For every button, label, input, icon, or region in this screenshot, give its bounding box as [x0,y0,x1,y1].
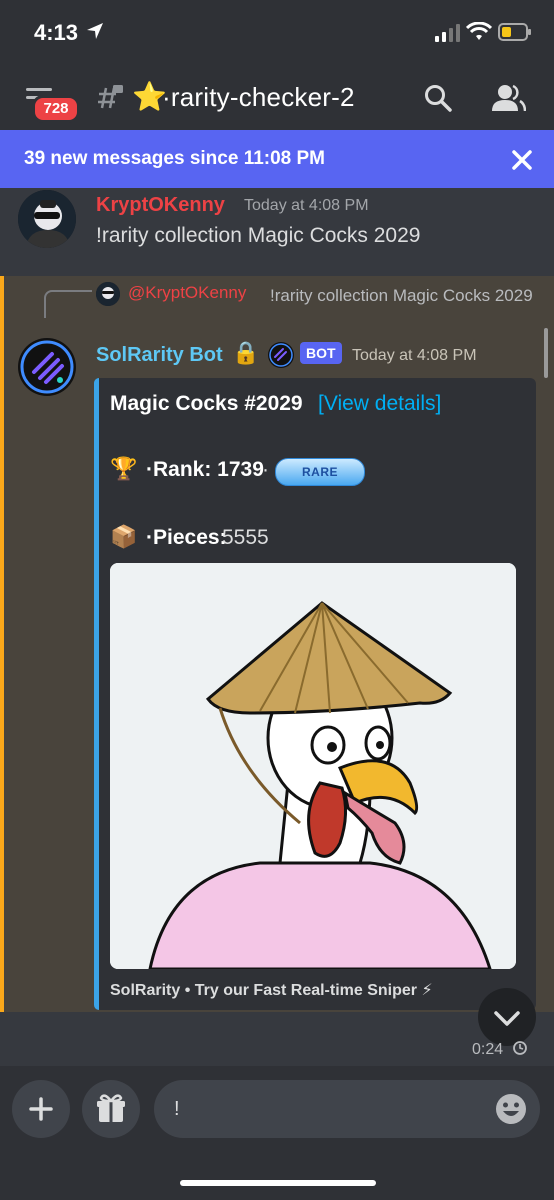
trophy-icon: 🏆 [110,456,138,481]
bot-tag: BOT [300,342,342,364]
view-details-link[interactable]: [View details] [318,392,441,416]
bot-mini-avatar-icon [268,342,294,368]
video-duration: 0:24 [472,1040,528,1059]
cellular-signal-icon [435,24,460,42]
message-author[interactable]: SolRarity Bot [96,344,223,367]
timer-icon [512,1041,527,1055]
bear-avatar-icon [96,282,120,306]
gift-icon [97,1094,125,1122]
message-input-text[interactable]: ! [174,1098,180,1121]
wifi-icon [466,22,492,40]
scrollbar[interactable] [544,328,548,378]
reply-avatar [96,282,120,306]
jump-to-bottom-button[interactable] [478,988,536,1046]
message-content: !rarity collection Magic Cocks 2029 [96,224,421,247]
channel-name: ·rarity-checker-2 [162,82,355,112]
message-timestamp: Today at 4:08 PM [244,197,369,214]
message-input[interactable] [154,1080,540,1138]
members-icon[interactable] [492,84,526,112]
reply-author[interactable]: @KryptOKenny [128,283,246,303]
new-messages-text: 39 new messages since 11:08 PM [24,148,326,169]
duration-text: 0:24 [472,1041,504,1058]
embed-accent-bar [94,378,99,1010]
rank-label: ·Rank: 1739 [146,458,264,481]
chevron-down-icon [494,1011,520,1026]
home-indicator [180,1180,376,1186]
unread-badge: 728 [32,95,80,123]
embed-title: Magic Cocks #2029 [110,392,303,415]
status-time: 4:13 [34,20,79,45]
solrarity-bot-avatar[interactable] [18,338,76,396]
close-icon[interactable] [512,150,532,170]
locked-channel-hash-icon [98,85,123,109]
lock-icon: 🔒 [232,340,260,365]
emoji-picker-icon[interactable] [494,1092,528,1126]
rank-separator: · [262,458,269,481]
add-attachment-button[interactable] [12,1080,70,1138]
pieces-label: ·Pieces: [146,526,227,549]
rooster-with-hat-illustration [110,563,516,969]
gift-button[interactable] [82,1080,140,1138]
message-timestamp: Today at 4:08 PM [352,347,477,364]
location-arrow-icon [87,23,103,39]
rarity-badge: RARE [275,458,365,486]
avatar[interactable] [18,190,76,248]
message-author[interactable]: KryptOKenny [96,194,225,217]
plus-icon [29,1097,53,1121]
reply-connector [44,290,92,318]
embed-footer: SolRarity • Try our Fast Real-time Snipe… [110,982,433,999]
search-icon[interactable] [424,84,452,112]
nft-image[interactable] [110,563,516,969]
mention-highlight-bar [0,276,4,1012]
battery-icon [498,23,531,41]
pieces-value: 5555 [222,526,269,549]
bear-avatar-icon [18,190,76,248]
package-icon: 📦 [110,524,138,549]
